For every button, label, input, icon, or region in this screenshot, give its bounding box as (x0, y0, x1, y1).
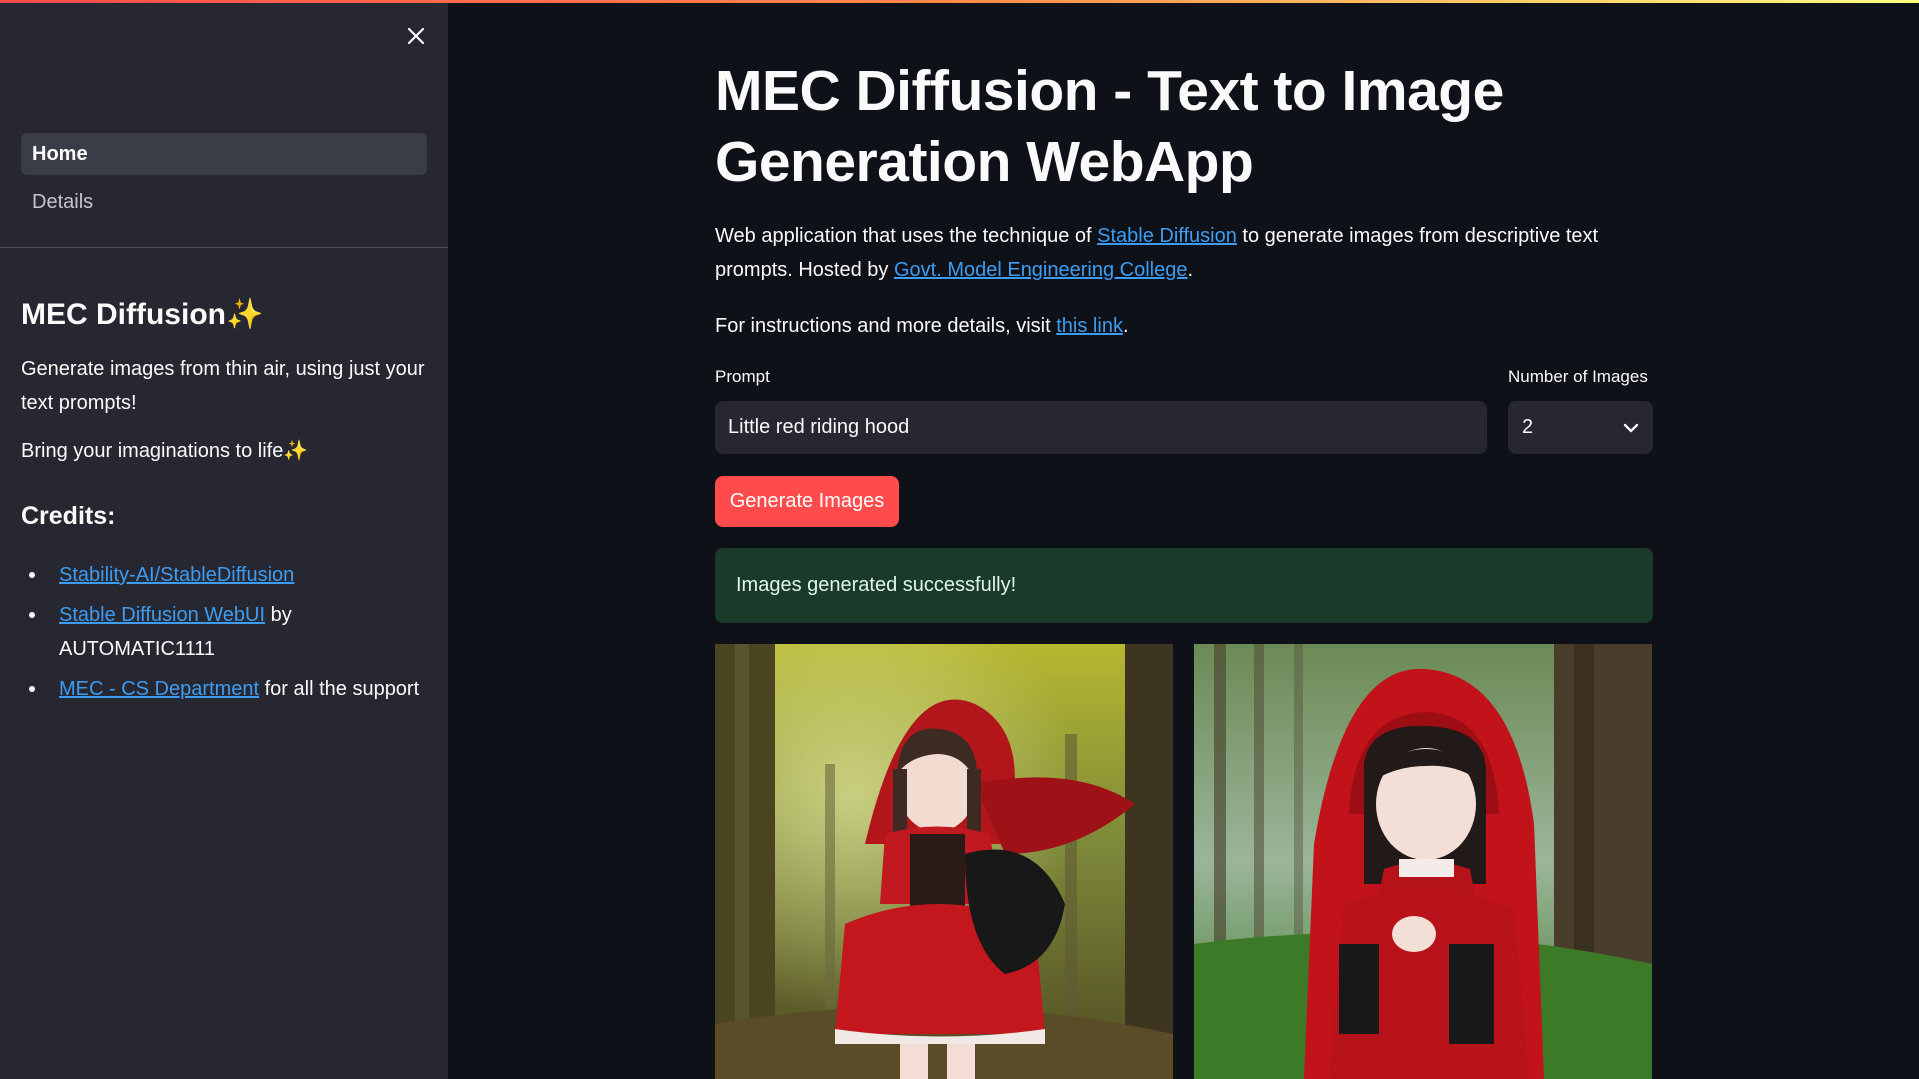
list-item: MEC - CS Department for all the support (29, 672, 431, 706)
prompt-input[interactable]: Little red riding hood (715, 401, 1487, 454)
sidebar-tagline: Generate images from thin air, using jus… (21, 358, 425, 414)
list-item: Stable Diffusion WebUI by AUTOMATIC1111 (29, 598, 431, 666)
number-of-images-label: Number of Images (1508, 367, 1648, 386)
sidebar-content: MEC Diffusion✨ Generate images from thin… (21, 292, 431, 712)
prompt-label: Prompt (715, 367, 770, 386)
success-alert: Images generated successfully! (715, 548, 1653, 623)
desc-text: . (1187, 259, 1194, 281)
credit-suffix: for all the support (259, 678, 420, 700)
sidebar-item-details[interactable]: Details (21, 181, 427, 223)
instr-text: For instructions and more details, visit (715, 315, 1057, 337)
sidebar: Home Details MEC Diffusion✨ Generate ima… (0, 0, 448, 1079)
credit-link-webui[interactable]: Stable Diffusion WebUI (59, 604, 265, 626)
list-item: Stability-AI/StableDiffusion (29, 558, 431, 592)
page-title: MEC Diffusion - Text to Image Generation… (715, 59, 1504, 194)
close-sidebar-button[interactable] (400, 20, 432, 52)
sidebar-nav: Home Details (21, 133, 427, 229)
sidebar-divider (0, 247, 448, 248)
credits-heading: Credits: (21, 502, 116, 530)
app-description: Web application that uses the technique … (715, 219, 1653, 287)
gmec-link[interactable]: Govt. Model Engineering College (894, 259, 1188, 281)
credits-list: Stability-AI/StableDiffusion Stable Diff… (21, 558, 431, 706)
credit-link-stability[interactable]: Stability-AI/StableDiffusion (59, 564, 294, 586)
chevron-down-icon (1623, 423, 1639, 432)
desc-text: Web application that uses the technique … (715, 225, 1098, 247)
instructions-link[interactable]: this link (1056, 315, 1123, 337)
generated-image-1-art (715, 644, 1173, 1079)
select-value: 2 (1522, 416, 1534, 438)
instructions-text: For instructions and more details, visit… (715, 309, 1653, 343)
close-icon (407, 27, 425, 45)
generated-image-2 (1194, 644, 1652, 1079)
generated-image-2-art (1194, 644, 1652, 1079)
sidebar-title: MEC Diffusion✨ (21, 298, 264, 331)
instr-text: . (1122, 315, 1129, 337)
sidebar-tagline-2: Bring your imaginations to life✨ (21, 440, 309, 462)
credit-link-mec-cs[interactable]: MEC - CS Department (59, 678, 259, 700)
generated-image-1 (715, 644, 1173, 1079)
number-of-images-select[interactable]: 2 (1508, 401, 1653, 454)
generate-images-button[interactable]: Generate Images (715, 476, 899, 527)
sidebar-item-home[interactable]: Home (21, 133, 427, 175)
top-decoration-bar (0, 0, 1919, 3)
stable-diffusion-link[interactable]: Stable Diffusion (1097, 225, 1237, 247)
